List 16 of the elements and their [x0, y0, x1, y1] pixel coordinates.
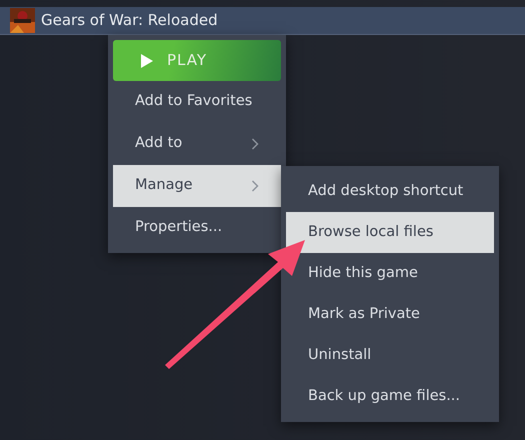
menu-item-label: Add to: [135, 134, 182, 154]
menu-item[interactable]: Manage: [113, 165, 281, 207]
menu-item[interactable]: Back up game files...: [286, 376, 494, 417]
game-title: Gears of War: Reloaded: [41, 10, 218, 32]
menu-item-label: Manage: [135, 176, 193, 196]
menu-item[interactable]: Uninstall: [286, 335, 494, 376]
chevron-icon: [251, 180, 259, 192]
menu-item[interactable]: Browse local files: [286, 212, 494, 253]
menu-item[interactable]: Mark as Private: [286, 294, 494, 335]
menu-item[interactable]: Hide this game: [286, 253, 494, 294]
play-icon: [141, 54, 153, 68]
menu-item[interactable]: Add to Favorites: [113, 81, 281, 123]
menu-item[interactable]: Add desktop shortcut: [286, 171, 494, 212]
menu-item[interactable]: Properties...: [113, 207, 281, 249]
chevron-icon: [251, 138, 259, 150]
menu-item[interactable]: Add to: [113, 123, 281, 165]
